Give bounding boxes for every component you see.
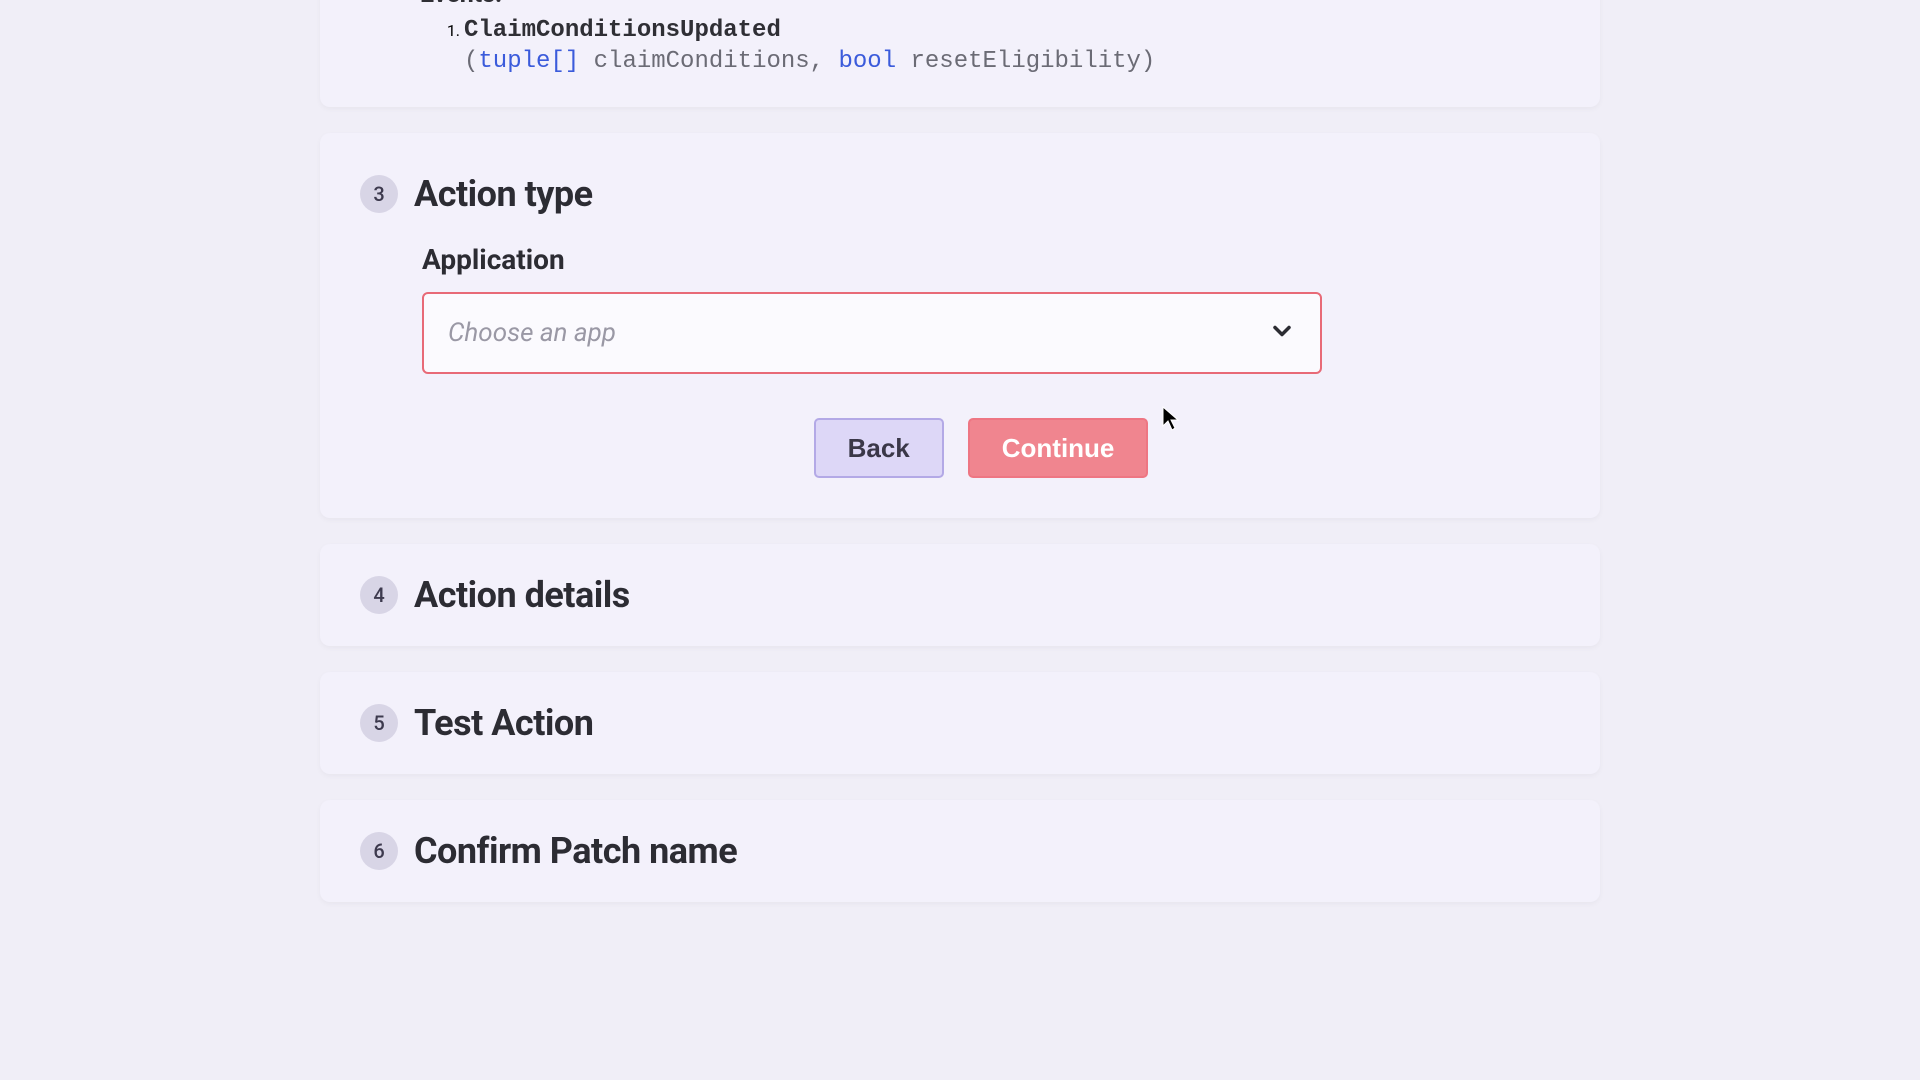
button-row: Back Continue [422, 418, 1540, 478]
events-card: Events: ClaimConditionsUpdated (tuple[] … [320, 0, 1600, 107]
step-title: Confirm Patch name [414, 830, 737, 872]
type-keyword: bool [838, 48, 896, 75]
step-action-type-card: 3 Action type Application Choose an app … [320, 133, 1600, 518]
step-number-badge: 3 [360, 175, 398, 213]
step-action-details-card[interactable]: 4 Action details [320, 544, 1600, 646]
step-number-badge: 6 [360, 832, 398, 870]
event-signature: (tuple[] claimConditions, bool resetElig… [464, 48, 1540, 75]
back-button[interactable]: Back [814, 418, 944, 478]
type-keyword: tuple[] [478, 48, 579, 75]
step-test-action-card[interactable]: 5 Test Action [320, 672, 1600, 774]
step-title: Action type [414, 173, 593, 215]
event-item: ClaimConditionsUpdated (tuple[] claimCon… [464, 17, 1540, 75]
step-number-badge: 5 [360, 704, 398, 742]
application-field-label: Application [422, 243, 1540, 276]
continue-button[interactable]: Continue [968, 418, 1149, 478]
step-number-badge: 4 [360, 576, 398, 614]
events-label: Events: [420, 0, 1540, 9]
events-list: ClaimConditionsUpdated (tuple[] claimCon… [464, 17, 1540, 75]
step-title: Test Action [414, 702, 593, 744]
step-title: Action details [414, 574, 630, 616]
application-select[interactable]: Choose an app [422, 292, 1322, 374]
step-header: 3 Action type [360, 173, 1540, 215]
event-name: ClaimConditionsUpdated [464, 17, 781, 44]
step-confirm-patch-card[interactable]: 6 Confirm Patch name [320, 800, 1600, 902]
application-select-placeholder: Choose an app [422, 292, 1322, 374]
